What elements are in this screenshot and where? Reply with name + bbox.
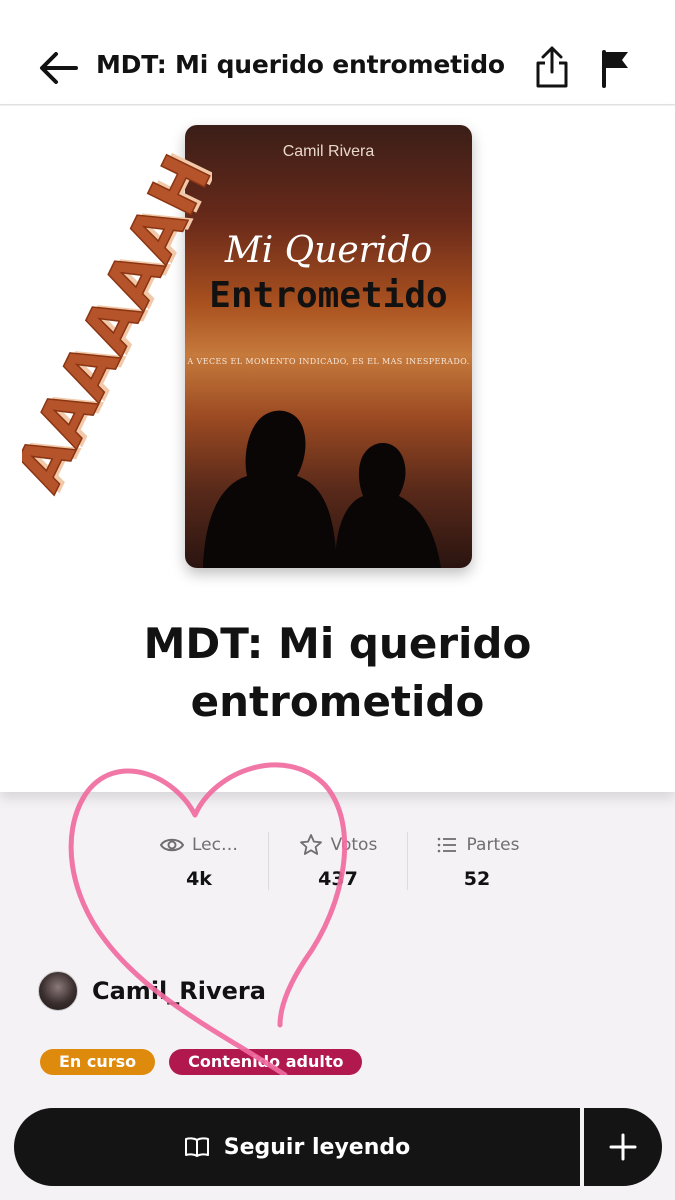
stat-reads: Lec… 4k bbox=[130, 830, 268, 892]
add-to-library-button[interactable] bbox=[584, 1108, 662, 1186]
eye-icon bbox=[160, 838, 184, 852]
author-row[interactable]: Camil_Rivera bbox=[38, 970, 266, 1012]
story-title-line1: MDT: Mi querido bbox=[143, 619, 532, 668]
author-name[interactable]: Camil_Rivera bbox=[92, 977, 266, 1005]
sticker-text: AAAAAAH AAAAAAH bbox=[22, 142, 212, 503]
stat-votes: Votos 437 bbox=[269, 830, 407, 892]
stat-votes-label: Votos bbox=[330, 835, 378, 855]
continue-reading-label: Seguir leyendo bbox=[223, 1134, 411, 1160]
top-bar: MDT: Mi querido entrometido bbox=[0, 0, 675, 105]
svg-text:AAAAAAH: AAAAAAH bbox=[22, 144, 212, 503]
stat-parts-label: Partes bbox=[466, 835, 520, 855]
stat-votes-value: 437 bbox=[318, 868, 358, 890]
cover-tagline: A VECES EL MOMENTO INDICADO, ES EL MAS I… bbox=[187, 357, 470, 366]
avatar[interactable] bbox=[38, 971, 78, 1011]
story-title: MDT: Mi querido entrometido bbox=[0, 615, 675, 731]
story-badges: En curso Contenido adulto bbox=[40, 1049, 363, 1075]
book-cover[interactable]: Camil Rivera Mi Querido Entrometido A VE… bbox=[185, 125, 472, 568]
share-icon[interactable] bbox=[532, 44, 572, 90]
continue-reading-button[interactable]: Seguir leyendo bbox=[14, 1108, 580, 1186]
stat-parts-value: 52 bbox=[463, 868, 491, 890]
flag-icon[interactable] bbox=[598, 48, 634, 88]
cover-title-line2: Entrometido bbox=[209, 275, 448, 316]
story-title-line2: entrometido bbox=[190, 677, 485, 726]
list-icon bbox=[437, 837, 456, 853]
cover-author: Camil Rivera bbox=[282, 143, 375, 160]
star-icon bbox=[299, 834, 322, 855]
cover-title-line1: Mi Querido bbox=[224, 230, 433, 271]
book-open-icon bbox=[184, 1137, 209, 1157]
status-badge: En curso bbox=[40, 1049, 156, 1075]
stat-parts: Partes 52 bbox=[408, 830, 546, 892]
arrow-left-icon[interactable] bbox=[36, 48, 80, 88]
stat-reads-label: Lec… bbox=[192, 835, 238, 855]
page-title: MDT: Mi querido entrometido bbox=[96, 50, 505, 79]
stat-reads-value: 4k bbox=[186, 868, 212, 890]
mature-content-badge: Contenido adulto bbox=[169, 1049, 363, 1075]
story-stats: Lec… 4k Votos 437 Partes 52 bbox=[130, 830, 550, 892]
couple-silhouette bbox=[203, 410, 441, 568]
plus-icon bbox=[609, 1133, 637, 1161]
heart-doodle bbox=[68, 762, 348, 1075]
